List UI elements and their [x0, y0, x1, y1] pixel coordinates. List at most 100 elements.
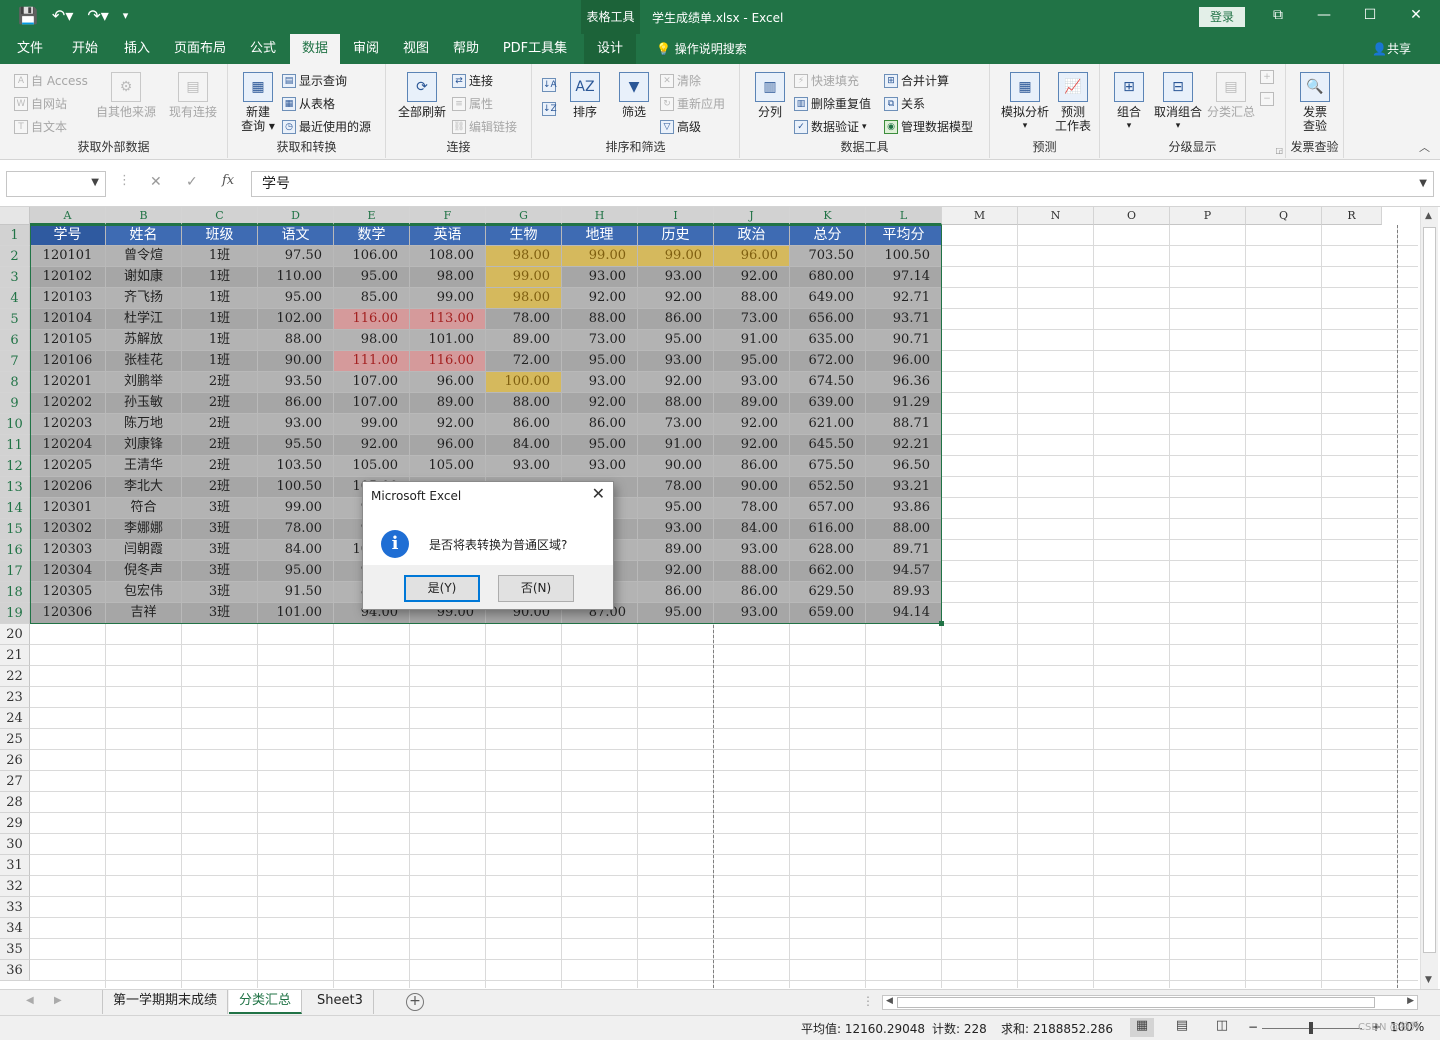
column-header[interactable]: A — [30, 207, 106, 225]
properties-button[interactable]: ≡ 属性 — [452, 95, 493, 112]
table-cell[interactable]: 包宏伟 — [106, 582, 182, 603]
sort-descending-icon[interactable]: ↓Z — [542, 102, 557, 116]
table-cell[interactable]: 93.00 — [486, 456, 562, 477]
table-cell[interactable]: 88.00 — [866, 519, 942, 540]
row-header[interactable]: 25 — [0, 729, 30, 750]
table-cell[interactable]: 90.00 — [258, 351, 334, 372]
subtotal-button[interactable]: ▤ 分类汇总 — [1206, 72, 1256, 119]
table-cell[interactable]: 98.00 — [486, 288, 562, 309]
flash-fill-button[interactable]: ⚡ 快速填充 — [794, 72, 859, 89]
row-header[interactable]: 17 — [0, 561, 30, 582]
row-header[interactable]: 22 — [0, 666, 30, 687]
table-cell[interactable]: 96.36 — [866, 372, 942, 393]
tab-formulas[interactable]: 公式 — [240, 34, 286, 64]
name-box-dropdown-icon[interactable]: ▼ — [91, 177, 99, 188]
row-header[interactable]: 2 — [0, 246, 30, 267]
table-cell[interactable]: 93.86 — [866, 498, 942, 519]
table-cell[interactable]: 92.21 — [866, 435, 942, 456]
sheet-tab-active[interactable]: 分类汇总 — [229, 990, 303, 1014]
table-cell[interactable]: 84.00 — [258, 540, 334, 561]
close-window-button[interactable]: ✕ — [1406, 7, 1426, 23]
table-cell[interactable]: 120106 — [30, 351, 106, 372]
row-header[interactable]: 6 — [0, 330, 30, 351]
table-cell[interactable]: 101.00 — [410, 330, 486, 351]
sort-button[interactable]: AZ 排序 — [568, 72, 602, 119]
row-header[interactable]: 18 — [0, 582, 30, 603]
table-cell[interactable]: 91.29 — [866, 393, 942, 414]
table-cell[interactable]: 120201 — [30, 372, 106, 393]
consolidate-button[interactable]: ⊞ 合并计算 — [884, 72, 949, 89]
table-cell[interactable]: 89.93 — [866, 582, 942, 603]
column-header[interactable]: H — [562, 207, 638, 225]
table-cell[interactable]: 635.00 — [790, 330, 866, 351]
table-cell[interactable]: 95.00 — [562, 351, 638, 372]
table-cell[interactable]: 90.00 — [638, 456, 714, 477]
table-cell[interactable]: 113.00 — [410, 309, 486, 330]
table-cell[interactable]: 3班 — [182, 498, 258, 519]
table-cell[interactable]: 86.00 — [714, 582, 790, 603]
table-cell[interactable]: 628.00 — [790, 540, 866, 561]
table-cell[interactable]: 3班 — [182, 561, 258, 582]
table-cell[interactable]: 92.00 — [410, 414, 486, 435]
row-header[interactable]: 16 — [0, 540, 30, 561]
enter-icon[interactable]: ✓ — [186, 174, 198, 190]
normal-view-icon[interactable]: ▦ — [1130, 1018, 1154, 1037]
page-layout-view-icon[interactable]: ▤ — [1170, 1018, 1194, 1037]
table-cell[interactable]: 92.00 — [714, 267, 790, 288]
table-cell[interactable]: 649.00 — [790, 288, 866, 309]
table-cell[interactable]: 102.00 — [258, 309, 334, 330]
table-cell[interactable]: 652.50 — [790, 477, 866, 498]
table-cell[interactable]: 3班 — [182, 540, 258, 561]
table-cell[interactable]: 703.50 — [790, 246, 866, 267]
table-cell[interactable]: 96.00 — [714, 246, 790, 267]
row-header[interactable]: 34 — [0, 918, 30, 939]
table-cell[interactable]: 2班 — [182, 414, 258, 435]
table-cell[interactable]: 96.00 — [410, 435, 486, 456]
table-cell[interactable]: 1班 — [182, 246, 258, 267]
table-cell[interactable]: 90.00 — [714, 477, 790, 498]
table-cell[interactable]: 616.00 — [790, 519, 866, 540]
table-cell[interactable]: 93.00 — [562, 456, 638, 477]
expand-formula-icon[interactable]: ▼ — [1419, 172, 1427, 196]
row-header[interactable]: 23 — [0, 687, 30, 708]
table-cell[interactable]: 92.00 — [638, 372, 714, 393]
table-cell[interactable]: 98.00 — [334, 330, 410, 351]
table-cell[interactable]: 92.00 — [562, 393, 638, 414]
manage-data-model-button[interactable]: ◉ 管理数据模型 — [884, 118, 973, 135]
table-cell[interactable]: 2班 — [182, 477, 258, 498]
table-cell[interactable]: 92.71 — [866, 288, 942, 309]
connections-button[interactable]: ⇄ 连接 — [452, 72, 493, 89]
table-cell[interactable]: 120203 — [30, 414, 106, 435]
table-cell[interactable]: 苏解放 — [106, 330, 182, 351]
from-access-button[interactable]: A自 Access — [14, 72, 88, 89]
recent-sources-button[interactable]: ◷ 最近使用的源 — [282, 118, 371, 135]
table-cell[interactable]: 92.00 — [562, 288, 638, 309]
dialog-close-icon[interactable]: ✕ — [592, 484, 605, 503]
table-cell[interactable]: 齐飞扬 — [106, 288, 182, 309]
maximize-button[interactable]: ☐ — [1360, 7, 1380, 23]
table-cell[interactable]: 78.00 — [638, 477, 714, 498]
table-cell[interactable]: 120301 — [30, 498, 106, 519]
table-cell[interactable]: 120105 — [30, 330, 106, 351]
table-cell[interactable]: 99.00 — [258, 498, 334, 519]
table-cell[interactable]: 1班 — [182, 288, 258, 309]
table-cell[interactable]: 85.00 — [334, 288, 410, 309]
edit-links-button[interactable]: ⛓ 编辑链接 — [452, 118, 517, 135]
row-header[interactable]: 14 — [0, 498, 30, 519]
table-cell[interactable]: 89.00 — [486, 330, 562, 351]
table-header-cell[interactable]: 历史 — [638, 225, 714, 246]
row-header[interactable]: 12 — [0, 456, 30, 477]
table-cell[interactable]: 95.50 — [258, 435, 334, 456]
column-header[interactable]: D — [258, 207, 334, 225]
row-header[interactable]: 15 — [0, 519, 30, 540]
table-cell[interactable]: 93.21 — [866, 477, 942, 498]
ungroup-button[interactable]: ⊟ 取消组合 ▾ — [1152, 72, 1204, 133]
column-header[interactable]: G — [486, 207, 562, 225]
filter-button[interactable]: ▼ 筛选 — [616, 72, 652, 119]
table-cell[interactable]: 91.00 — [714, 330, 790, 351]
table-cell[interactable]: 674.50 — [790, 372, 866, 393]
ribbon-display-options-icon[interactable]: ⧉ — [1268, 7, 1288, 23]
row-header[interactable]: 28 — [0, 792, 30, 813]
group-button[interactable]: ⊞ 组合 ▾ — [1108, 72, 1150, 133]
table-cell[interactable]: 99.00 — [638, 246, 714, 267]
